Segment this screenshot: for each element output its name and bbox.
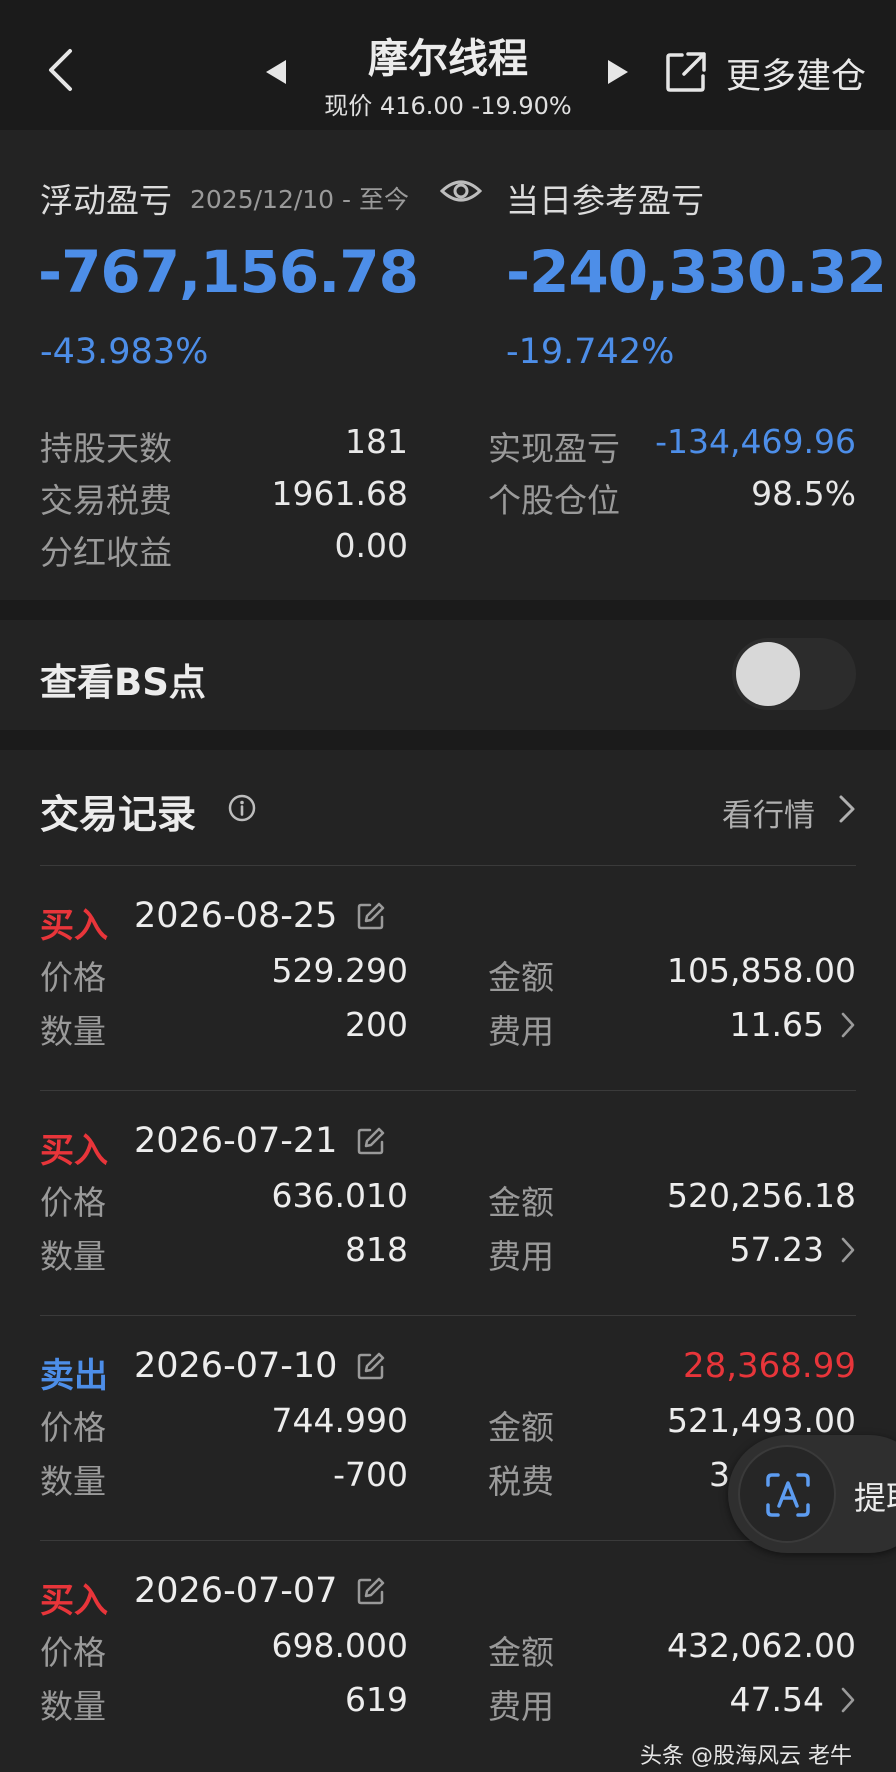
price-label: 价格 (40, 1408, 106, 1447)
quantity-label: 数量 (40, 1687, 106, 1726)
edit-icon[interactable] (356, 1351, 386, 1381)
tax-label: 税费 (488, 1462, 554, 1501)
trade-date: 2026-07-10 (134, 1346, 338, 1386)
fee-value: 57.23 (729, 1230, 824, 1269)
fee-label: 费用 (488, 1237, 554, 1276)
amount-label: 金额 (488, 1183, 554, 1222)
quantity-value: 200 (345, 1005, 408, 1044)
stat-value: 0.00 (334, 526, 408, 565)
info-icon[interactable] (228, 794, 256, 822)
floating-pnl-value: -767,156.78 (38, 238, 419, 306)
quantity-label: 数量 (40, 1012, 106, 1051)
trade-record[interactable]: 买入 2026-08-25 价格 529.290 金额 105,858.00 数… (0, 865, 896, 1090)
chevron-right-icon[interactable] (840, 1236, 856, 1264)
price-label: 价格 (40, 1183, 106, 1222)
extract-text-label: 提取 (854, 1479, 896, 1517)
realized-pnl-value: -134,469.96 (655, 422, 856, 461)
more-positions-button[interactable]: 更多建仓 (726, 48, 866, 99)
external-link-icon[interactable] (664, 50, 708, 94)
chevron-right-icon[interactable] (840, 1686, 856, 1714)
chevron-right-icon[interactable] (838, 794, 856, 824)
trade-records-card: 交易记录 看行情 买入 2026-08-25 价格 529.290 金额 105… (0, 750, 896, 1772)
fee-value: 47.54 (729, 1680, 824, 1719)
amount-value: 520,256.18 (667, 1176, 856, 1215)
amount-value: 105,858.00 (667, 951, 856, 990)
trade-type-buy: 买入 (40, 1131, 108, 1171)
scan-text-icon (738, 1445, 836, 1543)
stat-label: 交易税费 (40, 481, 172, 520)
trade-record[interactable]: 买入 2026-07-21 价格 636.010 金额 520,256.18 数… (0, 1090, 896, 1315)
fee-label: 费用 (488, 1687, 554, 1726)
trade-type-sell: 卖出 (40, 1356, 108, 1396)
top-bar: 摩尔线程 现价 416.00 -19.90% 更多建仓 (0, 0, 896, 130)
eye-icon[interactable] (440, 176, 482, 206)
trade-type-buy: 买入 (40, 1581, 108, 1621)
price-value: 744.990 (271, 1401, 408, 1440)
stat-label: 分红收益 (40, 533, 172, 572)
price-value: 636.010 (271, 1176, 408, 1215)
edit-icon[interactable] (356, 1576, 386, 1606)
quantity-value: 619 (345, 1680, 408, 1719)
price-value: 698.000 (271, 1626, 408, 1665)
trade-type-buy: 买入 (40, 906, 108, 946)
trade-date: 2026-07-07 (134, 1571, 338, 1611)
amount-label: 金额 (488, 1633, 554, 1672)
price-value: 529.290 (271, 951, 408, 990)
bs-points-label: 查看BS点 (40, 661, 206, 704)
fee-label: 费用 (488, 1012, 554, 1051)
pnl-summary-card: 浮动盈亏 2025/12/10 - 至今 当日参考盈亏 -767,156.78 … (0, 130, 896, 600)
quantity-value: -700 (333, 1455, 408, 1494)
chevron-right-icon[interactable] (840, 1011, 856, 1039)
quantity-label: 数量 (40, 1462, 106, 1501)
watermark: 头条 @股海风云 老牛 (640, 1744, 852, 1769)
daily-pnl-label: 当日参考盈亏 (506, 181, 704, 220)
trade-date: 2026-07-21 (134, 1121, 338, 1161)
stat-label: 持股天数 (40, 429, 172, 468)
next-stock-icon[interactable] (606, 58, 630, 86)
bs-points-toggle[interactable] (732, 638, 856, 710)
stat-value: 181 (345, 422, 408, 461)
trade-profit: 28,368.99 (682, 1346, 856, 1386)
amount-label: 金额 (488, 958, 554, 997)
toggle-knob (736, 642, 800, 706)
price-label: 价格 (40, 958, 106, 997)
date-range: 2025/12/10 - 至今 (190, 185, 410, 214)
stat-value: 1961.68 (271, 474, 408, 513)
price-label: 价格 (40, 1633, 106, 1672)
trade-date: 2026-08-25 (134, 896, 338, 936)
daily-pnl-value: -240,330.32 (506, 238, 887, 306)
edit-icon[interactable] (356, 1126, 386, 1156)
floating-pnl-pct: -43.983% (40, 332, 209, 372)
trade-record[interactable]: 买入 2026-07-07 价格 698.000 金额 432,062.00 数… (0, 1540, 896, 1765)
view-market-link[interactable]: 看行情 (722, 790, 815, 835)
stat-label: 个股仓位 (488, 481, 620, 520)
quantity-label: 数量 (40, 1237, 106, 1276)
amount-label: 金额 (488, 1408, 554, 1447)
stat-label: 实现盈亏 (488, 429, 620, 468)
floating-pnl-label: 浮动盈亏 (40, 181, 172, 220)
stat-value: 98.5% (751, 474, 856, 513)
tax-value: 3 (709, 1455, 730, 1494)
trade-records-title: 交易记录 (40, 793, 197, 838)
daily-pnl-pct: -19.742% (506, 332, 675, 372)
edit-icon[interactable] (356, 901, 386, 931)
extract-text-floating-button[interactable]: 提取 (728, 1435, 896, 1553)
quantity-value: 818 (345, 1230, 408, 1269)
amount-value: 432,062.00 (667, 1626, 856, 1665)
fee-value: 11.65 (729, 1005, 824, 1044)
bs-points-row: 查看BS点 (0, 620, 896, 730)
